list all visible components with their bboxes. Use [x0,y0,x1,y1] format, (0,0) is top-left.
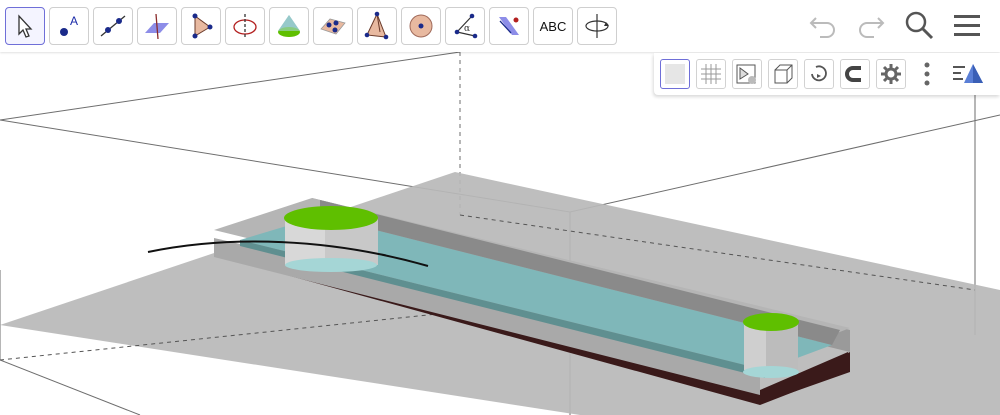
hamburger-menu-icon [954,15,980,36]
pyramid-tool[interactable] [357,7,397,45]
cube-icon [774,64,793,84]
magnet-icon [845,66,861,82]
search-icon [905,11,934,40]
angle-tool[interactable]: α [445,7,485,45]
reflect-tool[interactable] [489,7,529,45]
cone-tool[interactable] [269,7,309,45]
sphere-icon [409,14,433,38]
gear-icon [881,64,901,84]
cursor-arrow-icon [18,14,33,38]
background-icon [665,64,685,84]
circle-axis-tool[interactable] [225,7,265,45]
graphics-3d-icon [953,64,983,83]
redo-button[interactable] [852,6,890,44]
projection-icon [736,64,756,84]
tool-group: A α ABC [0,7,620,45]
settings-button[interactable] [876,59,906,89]
cylinder-left [284,206,378,272]
more-options-button[interactable] [912,59,942,89]
toolbar-right-group [804,6,986,44]
main-menu-button[interactable] [948,6,986,44]
projection-toggle-button[interactable] [732,59,762,89]
angle-icon: α [454,13,478,39]
circle-axis-icon [233,14,257,39]
perpendicular-line-tool[interactable] [137,7,177,45]
redo-icon [859,17,885,38]
polygon-tool[interactable] [181,7,221,45]
reflect-icon [499,17,519,35]
triangle-icon [192,13,213,39]
plane-line-icon [145,13,169,40]
graphics-style-bar [654,53,1000,95]
cylinder-right [743,313,799,378]
undo-button[interactable] [804,6,842,44]
background-toggle-button[interactable] [660,59,690,89]
rotate-view-button[interactable] [804,59,834,89]
text-tool[interactable]: ABC [533,7,573,45]
grid-toggle-button[interactable] [696,59,726,89]
search-button[interactable] [900,6,938,44]
pyramid-icon [364,11,389,40]
line-icon [100,15,126,37]
toolbar: A α ABC [0,0,1000,52]
point-tool[interactable]: A [49,7,89,45]
svg-text:A: A [70,14,78,28]
sphere-tool[interactable] [401,7,441,45]
vertical-dots-icon [924,62,930,86]
undo-icon [809,17,835,38]
plane-through-points-tool[interactable] [313,7,353,45]
rotate-view-icon [585,14,609,38]
line-tool[interactable] [93,7,133,45]
grid-icon [701,64,721,84]
plane-points-icon [320,18,346,35]
cone-icon [278,15,300,37]
rotate-view-tool[interactable] [577,7,617,45]
svg-text:α: α [464,24,470,34]
point-icon: A [60,14,78,36]
text-tool-label: ABC [539,18,567,34]
point-capturing-button[interactable] [840,59,870,89]
move-tool[interactable] [5,7,45,45]
graphics-view-toggle[interactable] [948,59,988,89]
view-direction-button[interactable] [768,59,798,89]
rotate-icon [811,65,827,82]
